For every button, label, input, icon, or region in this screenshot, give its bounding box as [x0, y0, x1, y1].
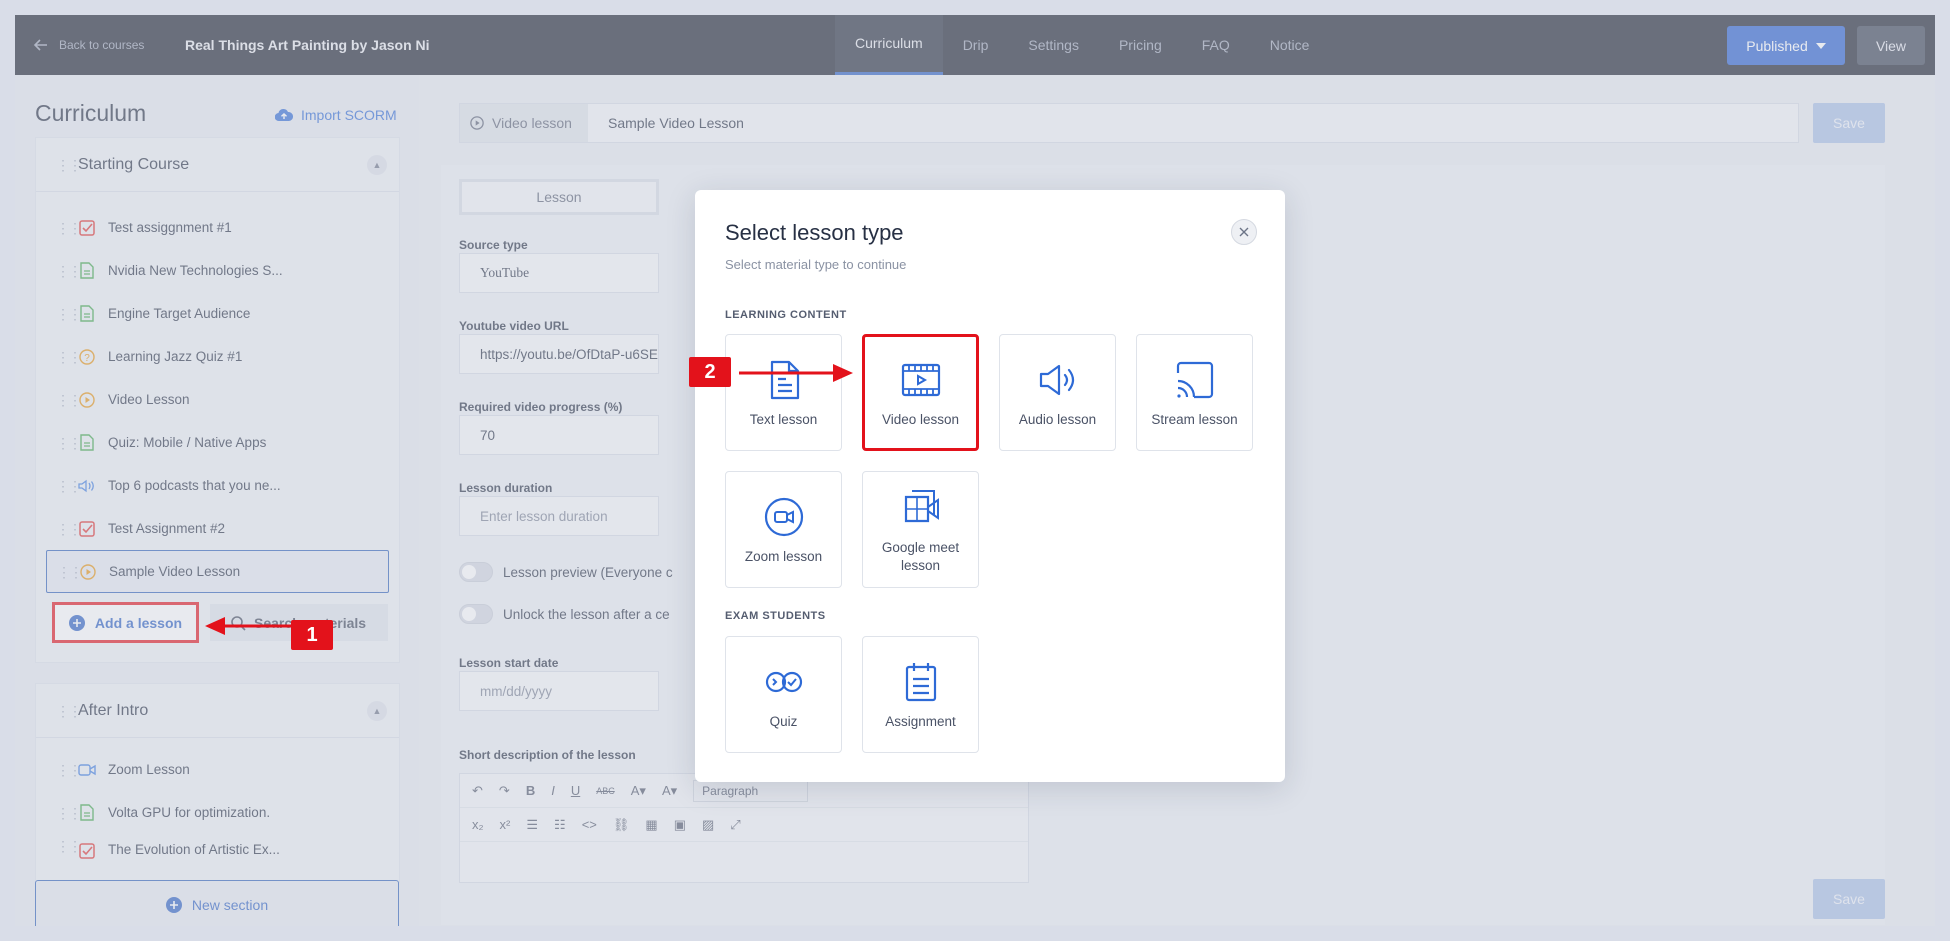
arrow-1-icon: [205, 617, 305, 635]
step-badge-2: 2: [689, 357, 731, 387]
annotation-arrows: [205, 364, 853, 635]
arrow-2-icon: [739, 364, 853, 382]
app-frame: Back to courses Real Things Art Painting…: [15, 15, 1935, 926]
step-badge-1: 1: [291, 620, 333, 650]
